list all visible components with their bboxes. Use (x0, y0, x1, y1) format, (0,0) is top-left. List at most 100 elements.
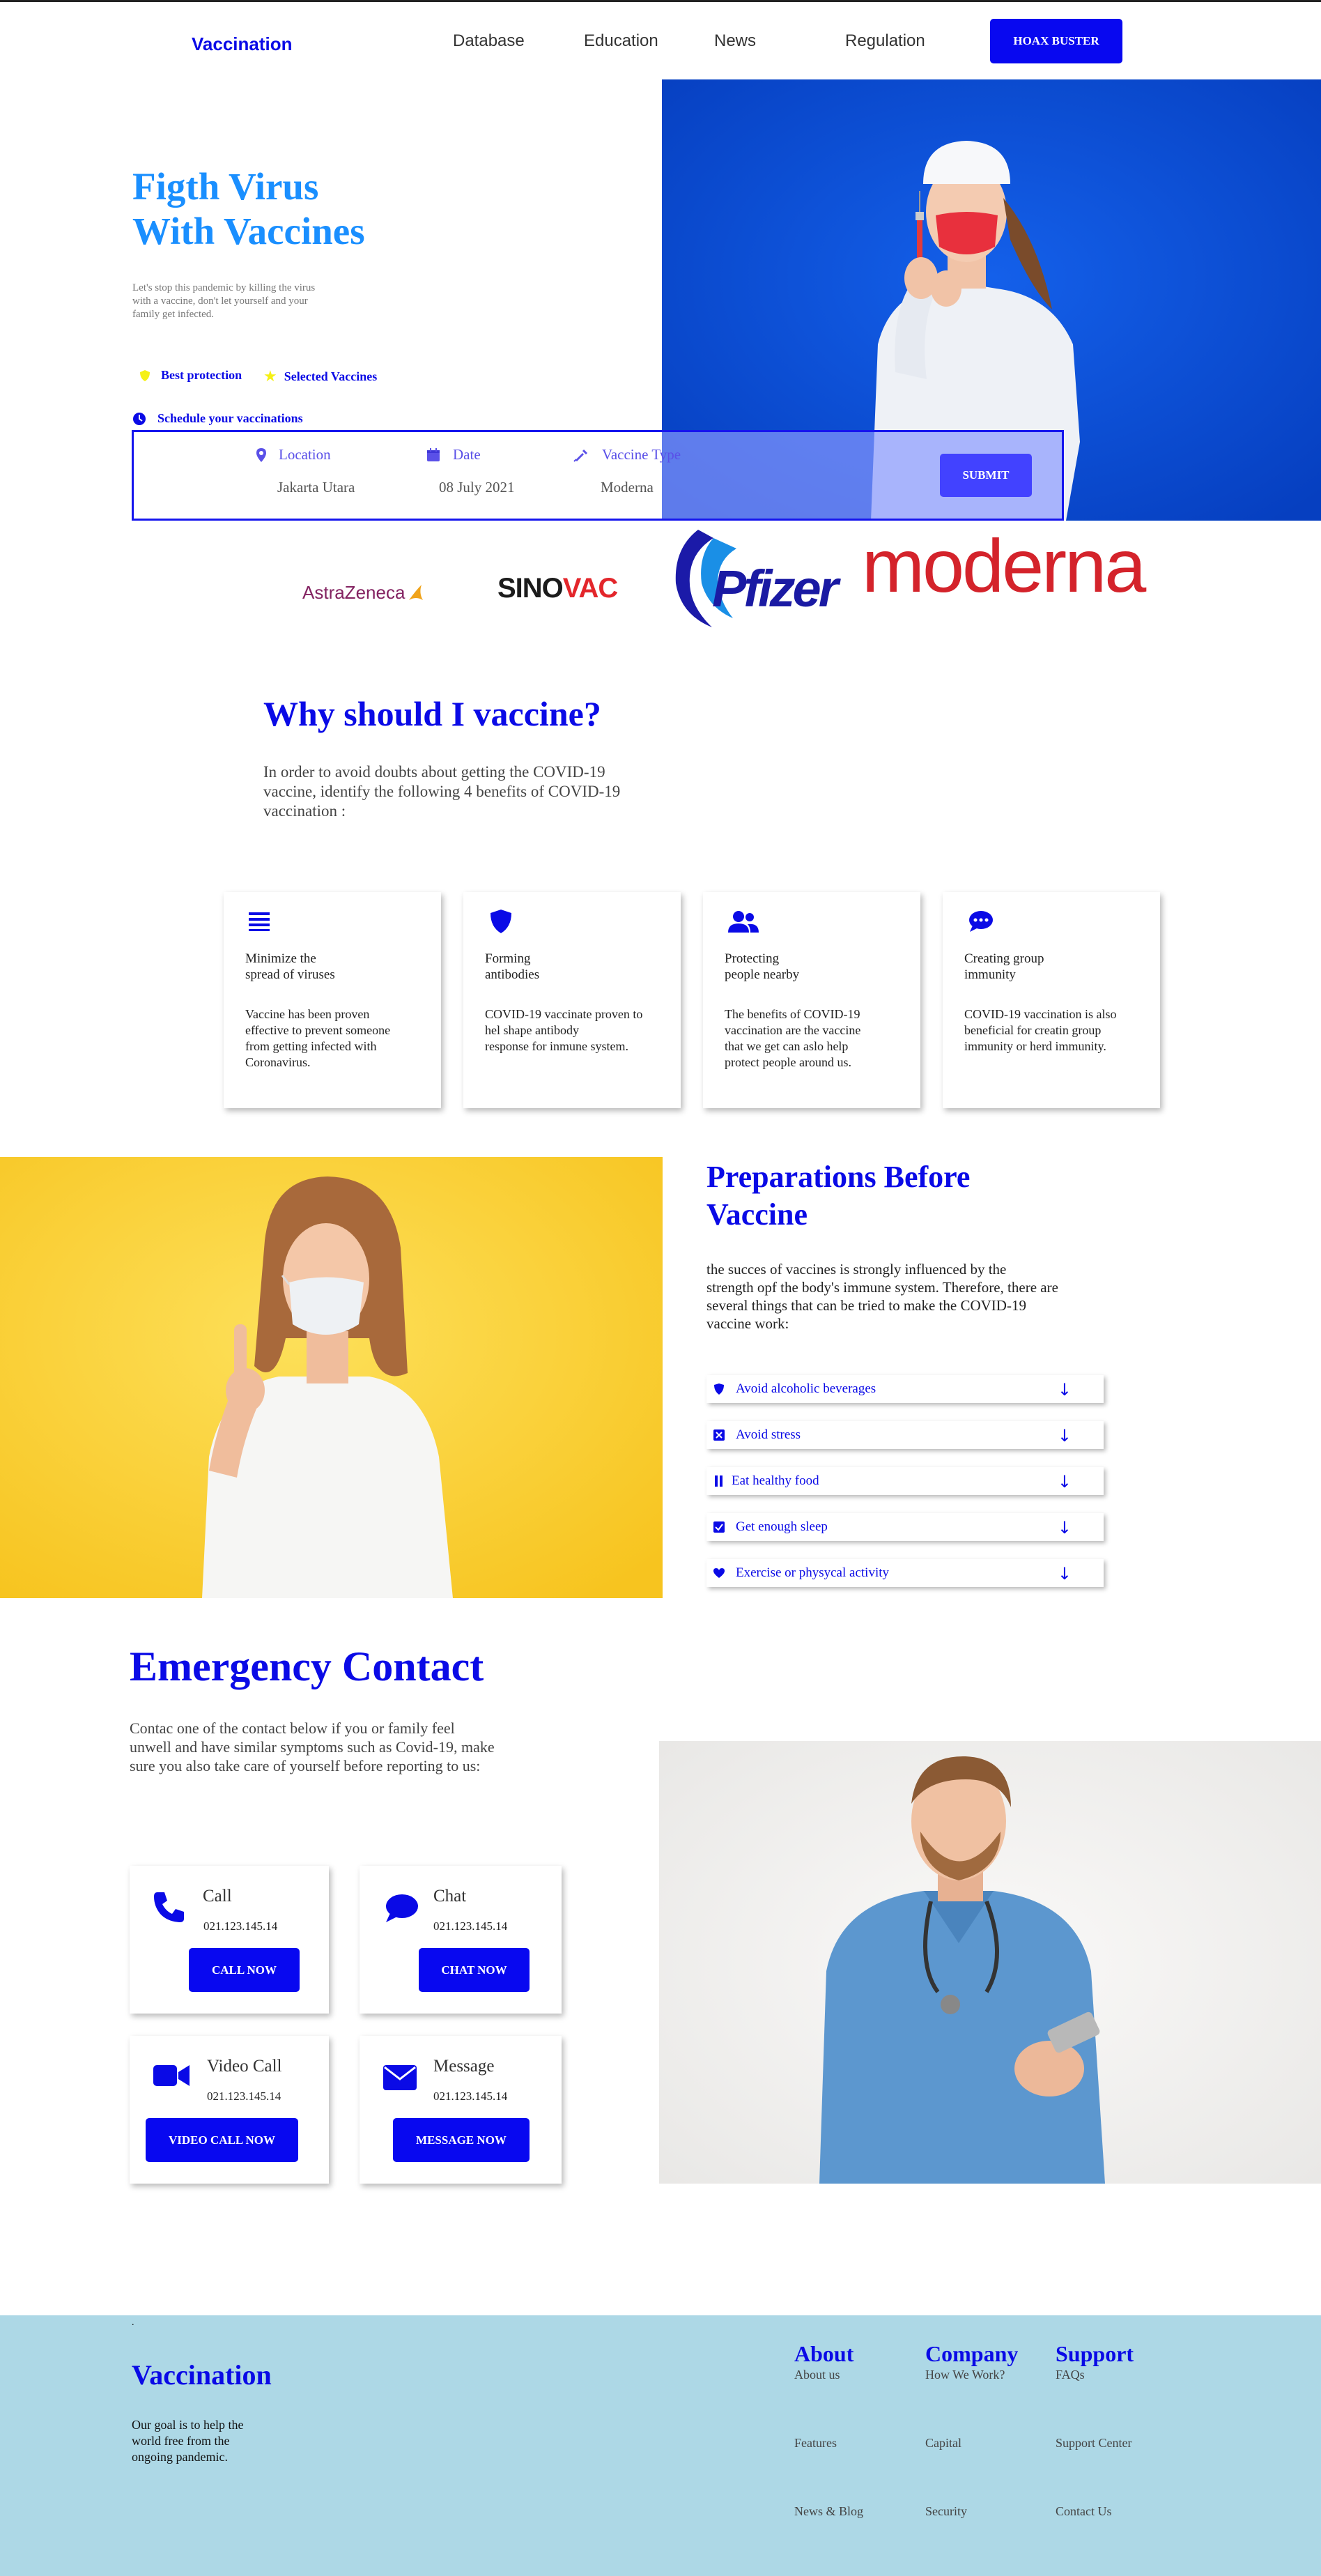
emergency-desc-line2: unwell and have similar symptoms such as… (130, 1738, 495, 1756)
date-label: Date (453, 446, 481, 463)
prep-title: Preparations Before Vaccine (706, 1158, 970, 1234)
hero-desc-line1: Let's stop this pandemic by killing the … (132, 282, 316, 293)
video-call-now-button[interactable]: VIDEO CALL NOW (146, 2118, 298, 2162)
why-description: In order to avoid doubts about getting t… (263, 762, 620, 821)
shield-icon (489, 909, 513, 937)
footer-about-title: About (794, 2341, 854, 2366)
accordion-item-alcohol-label: Avoid alcoholic beverages (736, 1381, 876, 1396)
benefit-card-2: Forming antibodies COVID-19 vaccinate pro… (463, 892, 681, 1108)
benefit-card-2-title: Forming antibodies (485, 951, 540, 982)
utensils-icon (712, 1474, 726, 1488)
astrazeneca-swirl-icon (406, 583, 424, 603)
arrow-down-icon[interactable]: ↓ (1058, 1472, 1072, 1492)
accordion-item-stress[interactable]: Avoid stress ↓ (706, 1421, 1104, 1449)
doctor-image (659, 1741, 1321, 2184)
accordion-item-food[interactable]: Eat healthy food ↓ (706, 1467, 1104, 1495)
location-pin-icon (255, 447, 268, 463)
contact-card-video: Video Call 021.123.145.14 VIDEO CALL NOW (130, 2036, 329, 2184)
footer-link-features[interactable]: Features (794, 2436, 837, 2451)
arrow-down-icon[interactable]: ↓ (1058, 1380, 1072, 1400)
vaccine-type-field[interactable]: Vaccine Type Moderna (573, 446, 681, 496)
pfizer-logo: Pfizer (670, 524, 839, 629)
clock-icon (132, 412, 146, 426)
call-now-button[interactable]: CALL NOW (189, 1948, 300, 1992)
accordion-item-alcohol[interactable]: Avoid alcoholic beverages ↓ (706, 1375, 1104, 1403)
benefit-card-2-body: COVID-19 vaccinate proven to hel shape an… (485, 1007, 643, 1053)
prep-desc-line1: the succes of vaccines is strongly influ… (706, 1261, 1007, 1278)
vaccine-type-label: Vaccine Type (602, 446, 681, 463)
why-title: Why should I vaccine? (263, 694, 601, 733)
date-field[interactable]: Date 08 July 2021 (426, 446, 515, 496)
benefit-card-3-title: Protecting people nearby (725, 951, 800, 982)
footer-link-security[interactable]: Security (925, 2504, 967, 2519)
schedule-heading: Schedule your vaccinations (132, 411, 303, 426)
footer-link-faqs[interactable]: FAQs (1056, 2368, 1085, 2382)
checkbox-icon (712, 1520, 726, 1534)
footer-link-news-blog[interactable]: News & Blog (794, 2504, 863, 2519)
footer-support-title: Support (1056, 2341, 1134, 2366)
prep-desc-line3: several things that can be tried to make… (706, 1297, 1026, 1314)
arrow-down-icon[interactable]: ↓ (1058, 1518, 1072, 1538)
contact-call-number[interactable]: 021.123.145.14 (203, 1919, 277, 1933)
star-icon: ★ (263, 368, 277, 385)
moderna-logo: moderna (862, 523, 1146, 608)
contact-call-title: Call (203, 1887, 232, 1906)
shield-icon (139, 369, 151, 382)
syringe-icon (573, 447, 588, 463)
footer-col-company: Company (925, 2341, 1018, 2367)
hero-title-line1: Figth Virus (132, 165, 319, 208)
footer-link-how-we-work[interactable]: How We Work? (925, 2368, 1005, 2382)
benefit-card-3-body: The benefits of COVID-19 vaccination are … (725, 1007, 861, 1069)
badge-selected-vaccines: ★ Selected Vaccines (263, 368, 377, 385)
message-now-button[interactable]: MESSAGE NOW (393, 2118, 530, 2162)
schedule-label: Schedule your vaccinations (157, 411, 303, 425)
location-label: Location (279, 446, 331, 463)
contact-chat-number[interactable]: 021.123.145.14 (433, 1919, 507, 1933)
users-icon (728, 910, 759, 936)
date-value[interactable]: 08 July 2021 (439, 479, 515, 496)
why-desc-line1: In order to avoid doubts about getting t… (263, 763, 605, 781)
arrow-down-icon[interactable]: ↓ (1058, 1426, 1072, 1446)
nav-link-database[interactable]: Database (453, 31, 525, 51)
submit-button[interactable]: SUBMIT (940, 454, 1032, 497)
video-camera-icon (153, 2064, 190, 2091)
contact-message-number[interactable]: 021.123.145.14 (433, 2090, 507, 2103)
brand-logo[interactable]: Vaccination (192, 33, 293, 55)
hero-desc-line3: family get infected. (132, 309, 215, 320)
footer-brand[interactable]: Vaccination (132, 2359, 272, 2391)
shield-icon (712, 1382, 726, 1396)
astrazeneca-logo: AstraZeneca (302, 582, 424, 604)
contact-video-title: Video Call (207, 2057, 282, 2076)
footer-description: Our goal is to help the world free from … (132, 2417, 243, 2465)
nav-link-news[interactable]: News (714, 31, 756, 51)
hoax-buster-button[interactable]: HOAX BUSTER (990, 19, 1122, 63)
sinovac-logo-vac: VAC (562, 573, 618, 604)
footer-link-capital[interactable]: Capital (925, 2436, 961, 2451)
top-border (0, 0, 1321, 2)
hero-title-line2: With Vaccines (132, 210, 365, 252)
prep-title-line1: Preparations Before (706, 1160, 971, 1194)
woman-mask-image (0, 1157, 663, 1598)
vaccine-type-value[interactable]: Moderna (601, 479, 681, 496)
footer-link-contact-us[interactable]: Contact Us (1056, 2504, 1112, 2519)
contact-video-number[interactable]: 021.123.145.14 (207, 2090, 281, 2103)
arrow-down-icon[interactable]: ↓ (1058, 1564, 1072, 1584)
badge-best-protection: Best protection (139, 368, 242, 383)
benefit-card-3: Protecting people nearby The benefits of … (703, 892, 920, 1108)
accordion-item-sleep[interactable]: Get enough sleep ↓ (706, 1513, 1104, 1541)
contact-message-title: Message (433, 2057, 495, 2076)
accordion-item-exercise[interactable]: Exercise or physycal activity ↓ (706, 1559, 1104, 1587)
prep-desc-line2: strength opf the body's immune system. T… (706, 1279, 1058, 1296)
nav-link-regulation[interactable]: Regulation (845, 31, 925, 51)
footer-link-about-us[interactable]: About us (794, 2368, 840, 2382)
footer-link-support-center[interactable]: Support Center (1056, 2436, 1132, 2451)
chat-bubble-icon (968, 910, 994, 936)
hero-desc-line2: with a vaccine, don't let yourself and y… (132, 296, 308, 307)
benefit-card-1-body: Vaccine has been proven effective to prev… (245, 1007, 391, 1069)
location-field[interactable]: Location Jakarta Utara (255, 446, 355, 496)
accordion-item-stress-label: Avoid stress (736, 1427, 801, 1442)
contact-chat-title: Chat (433, 1887, 467, 1906)
chat-now-button[interactable]: CHAT NOW (419, 1948, 530, 1992)
nav-link-education[interactable]: Education (584, 31, 658, 51)
location-value[interactable]: Jakarta Utara (277, 479, 355, 496)
